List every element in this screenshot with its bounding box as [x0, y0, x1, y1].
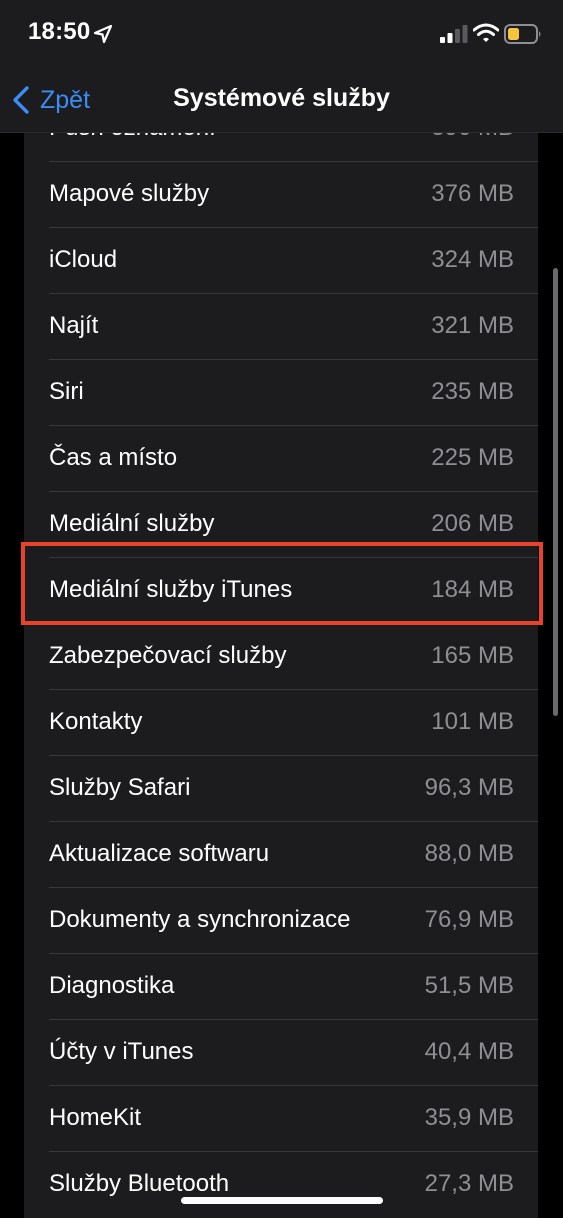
list-item[interactable]: Dokumenty a synchronizace 76,9 MB [24, 888, 538, 954]
service-name: Mapové služby [49, 180, 210, 207]
list-item[interactable]: Čas a místo 225 MB [24, 426, 538, 492]
wifi-icon [473, 23, 499, 42]
service-name: Čas a místo [49, 444, 178, 471]
service-name: Kontakty [49, 708, 143, 735]
service-usage: 27,3 MB [424, 1170, 514, 1197]
navigation-bar: Zpět Systémové služby [0, 66, 563, 133]
battery-icon [504, 24, 541, 44]
list-item[interactable]: Mapové služby 376 MB [24, 162, 538, 228]
list-item[interactable]: Služby Bluetooth 27,3 MB [24, 1152, 538, 1218]
status-bar: 18:50 [0, 0, 563, 66]
list-item[interactable]: Služby Safari 96,3 MB [24, 756, 538, 822]
service-usage: 40,4 MB [424, 1038, 514, 1065]
cellular-signal-icon [440, 25, 468, 43]
service-name: Služby Safari [49, 774, 191, 801]
list-item-highlighted[interactable]: Mediální služby iTunes 184 MB [24, 558, 538, 624]
list-item[interactable]: Aktualizace softwaru 88,0 MB [24, 822, 538, 888]
list-item[interactable]: Zabezpečovací služby 165 MB [24, 624, 538, 690]
service-name: HomeKit [49, 1104, 142, 1131]
service-usage: 96,3 MB [424, 774, 514, 801]
list-item[interactable]: Najít 321 MB [24, 294, 538, 360]
list-item[interactable]: Mediální služby 206 MB [24, 492, 538, 558]
list-item[interactable]: Účty v iTunes 40,4 MB [24, 1020, 538, 1086]
service-usage: 324 MB [431, 246, 514, 273]
list-item[interactable]: Kontakty 101 MB [24, 690, 538, 756]
service-usage: 184 MB [431, 576, 514, 603]
service-usage: 235 MB [431, 378, 514, 405]
service-name: Aktualizace softwaru [49, 840, 270, 867]
service-usage: 165 MB [431, 642, 514, 669]
service-usage: 35,9 MB [424, 1104, 514, 1131]
service-usage: 321 MB [431, 312, 514, 339]
service-usage: 76,9 MB [424, 906, 514, 933]
service-usage: 376 MB [431, 180, 514, 207]
service-name: Mediální služby iTunes [49, 576, 293, 603]
service-name: Mediální služby [49, 510, 215, 537]
service-name: Najít [49, 312, 99, 339]
service-name: iCloud [49, 246, 118, 273]
list-item[interactable]: HomeKit 35,9 MB [24, 1086, 538, 1152]
service-usage: 206 MB [431, 510, 514, 537]
status-time: 18:50 [28, 18, 91, 45]
service-name: Diagnostika [49, 972, 175, 999]
service-name: Účty v iTunes [49, 1038, 194, 1065]
list-item[interactable]: Diagnostika 51,5 MB [24, 954, 538, 1020]
home-indicator[interactable] [181, 1197, 383, 1204]
service-name: Siri [49, 378, 84, 405]
scrollbar[interactable] [553, 268, 558, 716]
service-name: Dokumenty a synchronizace [49, 906, 351, 933]
service-usage: 51,5 MB [424, 972, 514, 999]
service-usage: 225 MB [431, 444, 514, 471]
page-title: Systémové služby [173, 84, 390, 112]
service-usage: 101 MB [431, 708, 514, 735]
service-usage: 88,0 MB [424, 840, 514, 867]
system-services-list[interactable]: Push oznámení 390 MB Mapové služby 376 M… [24, 60, 538, 1218]
location-arrow-icon [93, 24, 113, 44]
service-name: Služby Bluetooth [49, 1170, 230, 1197]
service-name: Zabezpečovací služby [49, 642, 287, 669]
list-item[interactable]: iCloud 324 MB [24, 228, 538, 294]
list-item[interactable]: Siri 235 MB [24, 360, 538, 426]
